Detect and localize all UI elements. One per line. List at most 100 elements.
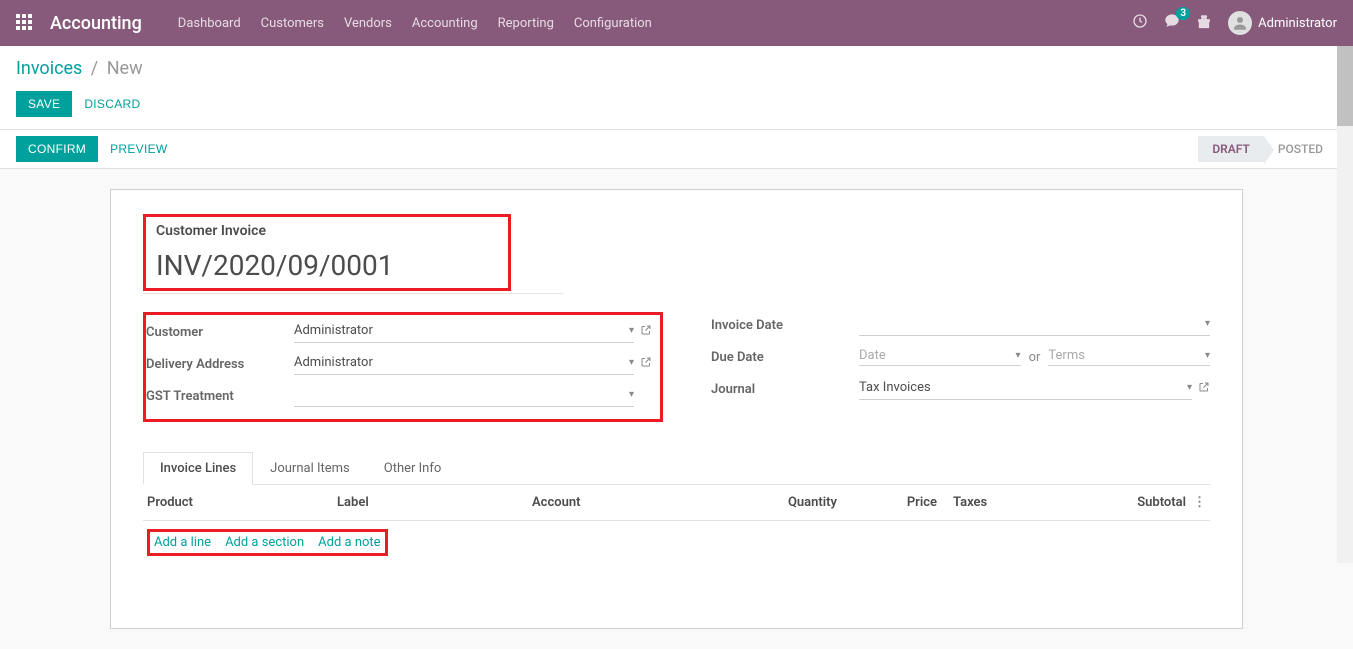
topbar: Accounting Dashboard Customers Vendors A…	[0, 0, 1353, 46]
breadcrumb-current: New	[107, 58, 143, 79]
field-customer[interactable]: ▾	[294, 321, 634, 343]
add-note-link[interactable]: Add a note	[318, 535, 380, 550]
topbar-right: 3 Administrator	[1132, 11, 1337, 35]
chevron-down-icon[interactable]: ▾	[1205, 318, 1210, 329]
status-bar: DRAFT POSTED	[1198, 136, 1337, 162]
discard-button[interactable]: DISCARD	[84, 97, 140, 111]
menu-accounting[interactable]: Accounting	[412, 16, 478, 31]
menu-reporting[interactable]: Reporting	[498, 16, 554, 31]
avatar-icon	[1228, 11, 1252, 35]
journal-input[interactable]	[859, 378, 1181, 397]
breadcrumb-parent[interactable]: Invoices	[16, 58, 82, 79]
more-icon[interactable]: ⋮	[1186, 495, 1206, 510]
row-customer: Customer ▾	[146, 319, 652, 345]
label-customer: Customer	[146, 325, 294, 340]
row-gst-treatment: GST Treatment ▾	[146, 383, 652, 409]
field-terms[interactable]: ▾	[1048, 348, 1210, 366]
tab-journal-items[interactable]: Journal Items	[253, 452, 367, 485]
tabs: Invoice Lines Journal Items Other Info	[143, 452, 1210, 485]
label-delivery-address: Delivery Address	[146, 357, 294, 372]
form-left-column: Customer ▾ Delivery Address	[143, 312, 663, 422]
due-date-input[interactable]	[859, 348, 1016, 363]
menu-dashboard[interactable]: Dashboard	[178, 16, 241, 31]
highlight-add-links: Add a line Add a section Add a note	[147, 529, 388, 556]
chevron-down-icon[interactable]: ▾	[1016, 350, 1021, 361]
scrollbar-thumb[interactable]	[1337, 46, 1353, 126]
col-quantity: Quantity	[757, 495, 837, 510]
form-right-column: Invoice Date ▾ Due Date ▾ or	[711, 312, 1210, 422]
apps-icon[interactable]	[16, 14, 34, 32]
top-menu: Dashboard Customers Vendors Accounting R…	[178, 16, 652, 31]
form-title[interactable]: INV/2020/09/0001	[156, 249, 498, 282]
preview-button[interactable]: PREVIEW	[110, 142, 167, 156]
highlight-title: Customer Invoice INV/2020/09/0001	[143, 214, 511, 291]
col-account: Account	[532, 495, 757, 510]
status-draft[interactable]: DRAFT	[1198, 136, 1264, 162]
messages-icon[interactable]: 3	[1164, 13, 1180, 33]
confirm-button[interactable]: CONFIRM	[16, 136, 98, 162]
messages-badge: 3	[1176, 7, 1190, 20]
user-name: Administrator	[1258, 16, 1337, 31]
row-journal: Journal ▾	[711, 376, 1210, 402]
add-line-link[interactable]: Add a line	[154, 535, 211, 550]
action-bar: CONFIRM PREVIEW DRAFT POSTED	[0, 129, 1353, 169]
col-label: Label	[337, 495, 532, 510]
chevron-down-icon[interactable]: ▾	[629, 325, 634, 336]
chevron-down-icon[interactable]: ▾	[1205, 350, 1210, 361]
app-brand[interactable]: Accounting	[50, 13, 142, 34]
tab-invoice-lines[interactable]: Invoice Lines	[143, 452, 253, 485]
field-invoice-date[interactable]: ▾	[859, 314, 1210, 336]
customer-input[interactable]	[294, 321, 623, 340]
label-invoice-date: Invoice Date	[711, 318, 859, 333]
control-panel-buttons: SAVE DISCARD	[0, 87, 1353, 129]
sheet-container: Customer Invoice INV/2020/09/0001 Custom…	[0, 169, 1353, 649]
external-link-icon[interactable]	[640, 356, 652, 372]
form-sheet: Customer Invoice INV/2020/09/0001 Custom…	[110, 189, 1243, 629]
add-section-link[interactable]: Add a section	[225, 535, 304, 550]
invoice-date-input[interactable]	[859, 314, 1199, 333]
save-button[interactable]: SAVE	[16, 91, 72, 117]
field-delivery-address[interactable]: ▾	[294, 353, 634, 375]
add-row: Add a line Add a section Add a note	[143, 521, 1210, 564]
clock-icon[interactable]	[1132, 13, 1148, 33]
table-header: Product Label Account Quantity Price Tax…	[143, 485, 1210, 521]
label-journal: Journal	[711, 382, 859, 397]
external-link-icon[interactable]	[1198, 381, 1210, 397]
row-invoice-date: Invoice Date ▾	[711, 312, 1210, 338]
user-menu[interactable]: Administrator	[1228, 11, 1337, 35]
form-grid: Customer ▾ Delivery Address	[143, 312, 1210, 422]
title-underline	[143, 293, 563, 294]
label-due-date: Due Date	[711, 350, 859, 365]
field-gst-treatment[interactable]: ▾	[294, 385, 634, 407]
form-title-label: Customer Invoice	[156, 223, 498, 239]
terms-input[interactable]	[1048, 348, 1205, 363]
gift-icon[interactable]	[1196, 13, 1212, 33]
chevron-down-icon[interactable]: ▾	[1187, 382, 1192, 393]
breadcrumb-bar: Invoices / New	[0, 46, 1353, 87]
gst-treatment-input[interactable]	[294, 385, 623, 404]
highlight-fields: Customer ▾ Delivery Address	[143, 312, 663, 422]
menu-configuration[interactable]: Configuration	[574, 16, 652, 31]
label-gst-treatment: GST Treatment	[146, 389, 294, 404]
chevron-down-icon[interactable]: ▾	[629, 389, 634, 400]
menu-customers[interactable]: Customers	[261, 16, 324, 31]
chevron-down-icon[interactable]: ▾	[629, 357, 634, 368]
menu-vendors[interactable]: Vendors	[344, 16, 392, 31]
field-due-date[interactable]: ▾	[859, 348, 1021, 366]
or-label: or	[1029, 350, 1041, 365]
field-journal[interactable]: ▾	[859, 378, 1192, 400]
row-due-date: Due Date ▾ or ▾	[711, 344, 1210, 370]
status-posted[interactable]: POSTED	[1264, 136, 1337, 162]
row-delivery-address: Delivery Address ▾	[146, 351, 652, 377]
col-product: Product	[147, 495, 337, 510]
tab-other-info[interactable]: Other Info	[367, 452, 459, 485]
due-date-group: ▾ or ▾	[859, 348, 1210, 366]
breadcrumb: Invoices / New	[16, 58, 1337, 79]
external-link-icon[interactable]	[640, 324, 652, 340]
col-price: Price	[837, 495, 937, 510]
delivery-address-input[interactable]	[294, 353, 623, 372]
col-taxes: Taxes	[937, 495, 1117, 510]
breadcrumb-separator: /	[91, 58, 98, 79]
scrollbar[interactable]	[1337, 46, 1353, 563]
col-subtotal: Subtotal	[1117, 495, 1186, 510]
